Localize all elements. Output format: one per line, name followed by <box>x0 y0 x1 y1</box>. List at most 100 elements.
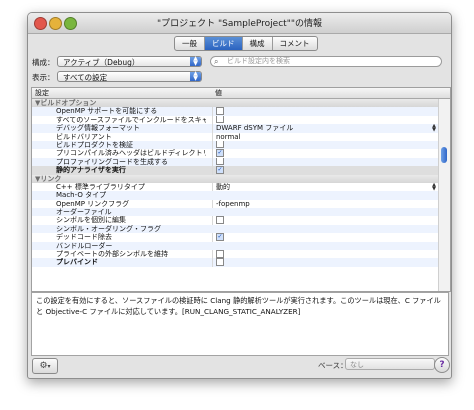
setting-checkbox[interactable] <box>216 250 224 258</box>
setting-value[interactable] <box>212 107 436 116</box>
setting-value[interactable]: ✓ <box>212 233 436 242</box>
setting-description: この設定を有効にすると、ソースファイルの検証時に Clang 静的解析ツールが実… <box>31 292 449 356</box>
action-menu-button[interactable]: ⚙▾ <box>32 358 58 374</box>
title-bar: "プロジェクト "SampleProject""の情報 <box>28 13 451 34</box>
setting-name: オーダーファイル <box>56 208 112 217</box>
table-row[interactable]: OpenMP リンクフラグ -fopenmp <box>32 199 438 209</box>
setting-value[interactable]: 動的 ▲ ▼ <box>212 182 436 192</box>
setting-value-text: -fopenmp <box>216 199 250 208</box>
info-window: "プロジェクト "SampleProject""の情報 一般 ビルド 構成 コメ… <box>27 12 452 379</box>
setting-checkbox[interactable] <box>216 258 224 266</box>
setting-value-text: 動的 <box>216 182 230 191</box>
column-header-value[interactable]: 値 <box>215 88 222 98</box>
popup-arrows-icon: ▲ ▼ <box>190 71 201 81</box>
vertical-scrollbar[interactable] <box>438 99 450 291</box>
setting-value[interactable]: ✓ <box>212 149 436 158</box>
setting-checkbox[interactable]: ✓ <box>216 149 224 157</box>
table-row[interactable]: プレバインド <box>32 258 438 267</box>
table-row[interactable]: オーダーファイル <box>32 208 438 217</box>
tab-comments[interactable]: コメント <box>273 37 317 50</box>
table-row[interactable]: デバッグ情報フォーマット DWARF dSYM ファイル ▲ ▼ <box>32 124 438 133</box>
show-label: 表示： <box>32 73 55 82</box>
setting-value[interactable] <box>212 258 436 267</box>
table-row[interactable]: すべてのソースファイルでインクルードをスキャ… <box>32 115 438 125</box>
setting-name: シンボル・オーダリング・フラグ <box>56 224 161 233</box>
setting-name: すべてのソースファイルでインクルードをスキャ… <box>56 115 206 124</box>
setting-value[interactable] <box>212 157 436 167</box>
setting-value-text: normal <box>216 132 241 141</box>
setting-name: デバッグ情報フォーマット <box>56 124 140 133</box>
setting-checkbox[interactable]: ✓ <box>216 233 224 241</box>
table-row[interactable]: C++ 標準ライブラリタイプ 動的 ▲ ▼ <box>32 182 438 192</box>
setting-value[interactable]: normal <box>212 132 436 141</box>
tab-bar: 一般 ビルド 構成 コメント <box>174 36 318 51</box>
search-placeholder: ビルド設定内を検索 <box>227 57 290 65</box>
table-row[interactable]: プライベートの外部シンボルを維持 <box>32 250 438 259</box>
tab-configurations[interactable]: 構成 <box>243 37 273 50</box>
bottom-bar: ⚙▾ ベース： なし ? <box>28 353 451 378</box>
search-input[interactable]: ⌕ ビルド設定内を検索 <box>210 56 442 67</box>
based-on-popup[interactable]: なし <box>345 358 435 370</box>
config-label: 構成： <box>32 58 55 67</box>
setting-name: バンドルローダー <box>56 241 113 250</box>
table-row[interactable]: ビルドバリアント normal <box>32 132 438 141</box>
popup-arrows-icon[interactable]: ▲ ▼ <box>432 124 436 132</box>
setting-value[interactable] <box>212 216 436 225</box>
tab-build[interactable]: ビルド <box>205 37 243 50</box>
setting-name: ビルドプロダクトを検証 <box>56 140 133 149</box>
setting-name: ▼リンク <box>35 174 62 183</box>
popup-arrows-icon[interactable]: ▲ ▼ <box>432 183 436 191</box>
setting-value[interactable]: DWARF dSYM ファイル ▲ ▼ <box>212 124 436 133</box>
setting-name: Mach-O タイプ <box>56 191 107 200</box>
setting-name: 静的アナライザを実行 <box>56 166 126 175</box>
group-row[interactable]: ▼ビルドオプション <box>32 99 438 108</box>
group-row[interactable]: ▼リンク <box>32 174 438 183</box>
table-row[interactable]: プリコンパイル済みヘッダはビルドディレクトリ… ✓ <box>32 149 438 158</box>
table-rows: ▼ビルドオプション OpenMP サポートを可能にする すべてのソースファイルでイン… <box>32 99 438 267</box>
setting-name: プレバインド <box>56 258 98 267</box>
setting-value[interactable]: ✓ <box>212 166 436 175</box>
window-title: "プロジェクト "SampleProject""の情報 <box>157 19 322 29</box>
setting-name: ▼ビルドオプション <box>35 99 97 107</box>
table-header: 設定 値 <box>32 88 450 99</box>
setting-name: OpenMP サポートを可能にする <box>56 107 158 116</box>
popup-arrows-icon: ▲ ▼ <box>190 56 201 66</box>
table-row[interactable]: OpenMP サポートを可能にする <box>32 107 438 116</box>
table-row[interactable]: Mach-O タイプ▲▼ <box>32 191 438 200</box>
setting-name: OpenMP リンクフラグ <box>56 199 130 208</box>
setting-name: シンボルを個別に編集 <box>56 216 126 225</box>
setting-value[interactable]: -fopenmp <box>212 199 436 209</box>
help-icon[interactable]: ? <box>434 357 450 373</box>
setting-name: デッドコード除去 <box>56 233 112 242</box>
setting-checkbox[interactable]: ✓ <box>216 166 224 174</box>
setting-value[interactable] <box>212 250 436 259</box>
chevron-down-icon: ▾ <box>47 363 51 370</box>
tab-general[interactable]: 一般 <box>175 37 205 50</box>
table-row[interactable]: デッドコード除去 ✓ <box>32 233 438 242</box>
setting-checkbox[interactable] <box>216 157 224 166</box>
column-header-setting[interactable]: 設定 <box>35 88 49 98</box>
table-row[interactable]: 静的アナライザを実行 ✓ <box>32 166 438 175</box>
setting-value[interactable] <box>212 115 436 125</box>
setting-checkbox[interactable] <box>216 140 224 149</box>
setting-value[interactable] <box>212 140 436 150</box>
config-popup[interactable]: アクティブ（Debug） ▲ ▼ <box>57 56 202 67</box>
table-row[interactable]: シンボル・オーダリング・フラグ <box>32 224 438 234</box>
search-icon: ⌕ <box>214 57 219 66</box>
show-popup[interactable]: すべての設定 ▲ ▼ <box>57 71 202 82</box>
settings-table: 設定 値 ▼ビルドオプション OpenMP サポートを可能にする すべてのソースファ… <box>31 87 451 292</box>
scrollbar-thumb[interactable] <box>441 147 447 163</box>
setting-checkbox[interactable] <box>216 216 224 224</box>
table-row[interactable]: ビルドプロダクトを検証 <box>32 140 438 150</box>
table-row[interactable]: シンボルを個別に編集 <box>32 216 438 225</box>
setting-name: C++ 標準ライブラリタイプ <box>56 182 145 191</box>
table-row[interactable]: プロファイリングコードを生成する <box>32 157 438 167</box>
gear-icon: ⚙ <box>39 361 48 371</box>
setting-name: プライベートの外部シンボルを維持 <box>56 250 168 259</box>
setting-name: プロファイリングコードを生成する <box>56 157 168 166</box>
setting-value-text: DWARF dSYM ファイル <box>216 124 294 133</box>
show-popup-value: すべての設定 <box>63 73 108 82</box>
setting-checkbox[interactable] <box>216 115 224 124</box>
setting-checkbox[interactable] <box>216 107 224 115</box>
table-row[interactable]: バンドルローダー <box>32 241 438 251</box>
